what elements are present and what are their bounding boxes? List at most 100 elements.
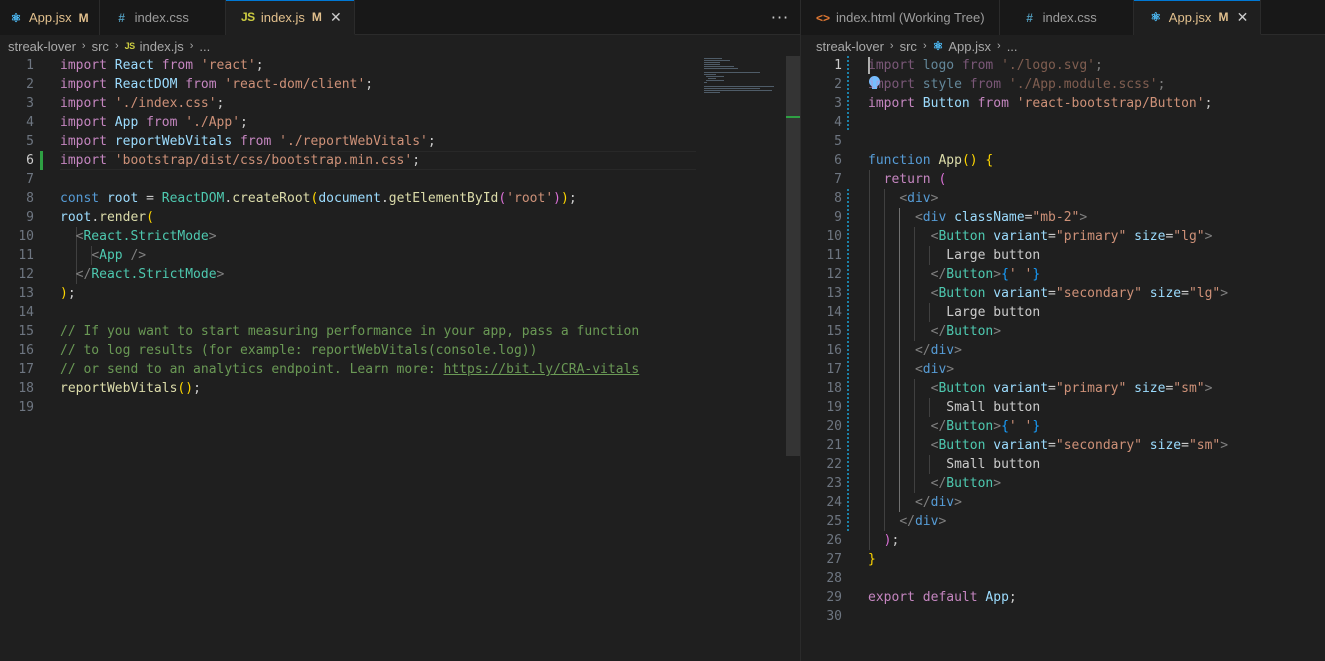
react-icon: ⚛ [1150, 10, 1162, 24]
tab-label: index.js [260, 9, 305, 25]
code-editor[interactable]: 1 import logo from './logo.svg'; 2 import … [801, 56, 1325, 661]
line-number: 3 [26, 96, 34, 111]
line-number: 23 [826, 476, 842, 491]
code-line: 12 </Button>{' '} [801, 265, 1325, 284]
chevron-right-icon: › [81, 40, 86, 52]
code-line: 6 import 'bootstrap/dist/css/bootstrap.mi… [0, 151, 800, 170]
minimap[interactable] [696, 56, 786, 136]
code-line: 4 [801, 113, 1325, 132]
breadcrumb: streak-lover › src › ⚛ App.jsx › ... [801, 36, 1325, 56]
close-icon[interactable]: ✕ [1234, 9, 1250, 26]
code-line: 15// If you want to start measuring perf… [0, 322, 800, 341]
line-number: 6 [26, 153, 34, 168]
line-number: 13 [18, 286, 34, 301]
breadcrumb-folder[interactable]: streak-lover [8, 39, 76, 54]
code-line: 2 import ReactDOM from 'react-dom/client'… [0, 75, 800, 94]
line-number: 2 [834, 77, 842, 92]
chevron-right-icon: › [997, 40, 1001, 52]
line-number: 30 [826, 609, 842, 624]
code-line: 3 import './index.css'; [0, 94, 800, 113]
code-line: 18 reportWebVitals(); [0, 379, 800, 398]
code-line: 11 Large button [801, 246, 1325, 265]
tab-index-css[interactable]: # index.css [99, 0, 226, 35]
breadcrumb-file[interactable]: index.js [140, 39, 184, 54]
code-line: 1 import React from 'react'; [0, 56, 800, 75]
line-number: 2 [26, 77, 34, 92]
code-line: 16// to log results (for example: report… [0, 341, 800, 360]
html-icon: <> [815, 10, 830, 25]
code-editor[interactable]: 1 import React from 'react'; 2 import Reac… [0, 56, 800, 661]
code-line: 10 <React.StrictMode> [0, 227, 800, 246]
code-line: 15 </Button> [801, 322, 1325, 341]
code-line: 24 </div> [801, 493, 1325, 512]
line-number: 4 [834, 115, 842, 130]
line-number: 28 [826, 571, 842, 586]
line-number: 19 [826, 400, 842, 415]
chevron-right-icon: › [889, 40, 894, 52]
code-line: 7 return ( [801, 170, 1325, 189]
comment-link[interactable]: https://bit.ly/CRA-vitals [444, 362, 640, 377]
line-number: 12 [826, 267, 842, 282]
code-line: 3 import Button from 'react-bootstrap/But… [801, 94, 1325, 113]
tab-app-jsx[interactable]: ⚛ App.jsx M [0, 0, 100, 35]
line-number: 14 [826, 305, 842, 320]
code-line: 21 <Button variant="secondary" size="sm"… [801, 436, 1325, 455]
tab-index-css[interactable]: # index.css [999, 0, 1134, 35]
tab-label: index.css [1042, 10, 1097, 25]
breadcrumb: streak-lover › src › JS index.js › ... [0, 36, 800, 56]
overview-ruler-mark [786, 116, 800, 128]
line-number: 26 [826, 533, 842, 548]
line-number: 7 [26, 172, 34, 187]
tab-app-jsx[interactable]: ⚛ App.jsx M ✕ [1133, 0, 1262, 35]
line-number: 10 [18, 229, 34, 244]
css-icon: # [1026, 10, 1033, 25]
line-number: 13 [826, 286, 842, 301]
chevron-right-icon: › [922, 40, 927, 52]
left-tab-bar: ⚛ App.jsx M # index.css JS index.js M ✕ … [0, 0, 800, 35]
line-number: 20 [826, 419, 842, 434]
line-number: 1 [26, 58, 34, 73]
right-tab-bar: <> index.html (Working Tree) # index.css… [801, 0, 1325, 35]
code-line: 17// or send to an analytics endpoint. L… [0, 360, 800, 379]
tab-index-js[interactable]: JS index.js M ✕ [225, 0, 355, 35]
line-number: 25 [826, 514, 842, 529]
chevron-right-icon: › [114, 40, 119, 52]
line-number: 11 [826, 248, 842, 263]
code-line: 6 function App() { [801, 151, 1325, 170]
breadcrumb-file[interactable]: App.jsx [948, 39, 991, 54]
js-icon: JS [241, 10, 255, 24]
breadcrumb-folder[interactable]: src [92, 39, 109, 54]
line-number: 17 [826, 362, 842, 377]
line-number: 19 [18, 400, 34, 415]
react-icon: ⚛ [932, 39, 944, 53]
code-line: 10 <Button variant="primary" size="lg"> [801, 227, 1325, 246]
tabbar-spacer [355, 0, 760, 34]
line-number: 12 [18, 267, 34, 282]
code-line: 8 const root = ReactDOM.createRoot(docume… [0, 189, 800, 208]
line-number: 6 [834, 153, 842, 168]
line-number: 16 [18, 343, 34, 358]
line-number: 9 [834, 210, 842, 225]
breadcrumb-folder[interactable]: src [900, 39, 917, 54]
tab-index-html-working-tree[interactable]: <> index.html (Working Tree) [801, 0, 1000, 35]
breadcrumb-symbol[interactable]: ... [1007, 39, 1018, 54]
breadcrumb-folder[interactable]: streak-lover [816, 39, 884, 54]
code-line: 18 <Button variant="primary" size="sm"> [801, 379, 1325, 398]
code-line: 23 </Button> [801, 474, 1325, 493]
code-line: 7 [0, 170, 800, 189]
css-icon: # [118, 10, 125, 25]
line-number: 8 [26, 191, 34, 206]
tab-label: App.jsx [29, 10, 72, 25]
line-number: 16 [826, 343, 842, 358]
code-line: 2 import style from './App.module.scss'; [801, 75, 1325, 94]
code-line: 13); [0, 284, 800, 303]
more-actions-icon[interactable]: ··· [760, 0, 800, 34]
close-icon[interactable]: ✕ [328, 9, 344, 26]
code-line: 9 root.render( [0, 208, 800, 227]
line-number: 22 [826, 457, 842, 472]
tab-label: App.jsx [1168, 9, 1212, 25]
breadcrumb-symbol[interactable]: ... [199, 39, 210, 54]
code-line: 14 [0, 303, 800, 322]
line-number: 21 [826, 438, 842, 453]
line-number: 17 [18, 362, 34, 377]
